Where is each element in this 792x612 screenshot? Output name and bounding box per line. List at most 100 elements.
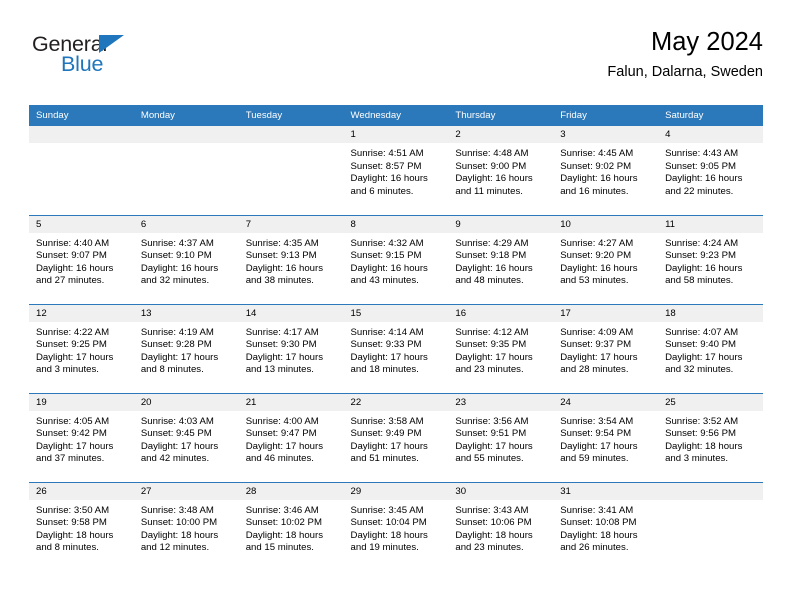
sunset-time: Sunset: 9:00 PM <box>455 160 527 172</box>
daylight-duration-line1: Daylight: 16 hours <box>140 262 219 274</box>
sunrise-time: Sunrise: 4:40 AM <box>36 237 110 249</box>
calendar-day-cell[interactable]: 31 Sunrise: 3:41 AM Sunset: 10:08 PM Daylig… <box>553 481 659 571</box>
daylight-duration-line1: Daylight: 18 hours <box>245 529 324 541</box>
calendar-week-row: 1 Sunrise: 4:51 AM Sunset: 8:57 PM Daylight… <box>29 126 763 215</box>
sunrise-time: Sunrise: 4:29 AM <box>455 237 529 249</box>
sunset-time: Sunset: 9:10 PM <box>140 250 212 262</box>
day-details: Sunrise: 4:09 AM Sunset: 9:37 PM Daylight:… <box>553 322 658 377</box>
calendar-day-cell[interactable]: 1 Sunrise: 4:51 AM Sunset: 8:57 PM Daylight… <box>343 126 449 215</box>
sunrise-time: Sunrise: 4:19 AM <box>140 326 214 338</box>
calendar-day-cell[interactable]: 10 Sunrise: 4:27 AM Sunset: 9:20 PM Dayligh… <box>553 214 659 304</box>
sunset-time: Sunset: 9:54 PM <box>560 428 632 440</box>
daylight-duration-line1: Daylight: 16 hours <box>665 173 743 185</box>
daylight-duration-line1: Daylight: 17 hours <box>350 440 428 452</box>
daylight-duration-line2: and 6 minutes. <box>350 185 414 197</box>
day-details: Sunrise: 4:12 AM Sunset: 9:35 PM Daylight:… <box>448 322 553 377</box>
sunset-time: Sunset: 10:04 PM <box>350 517 427 529</box>
calendar-day-cell[interactable]: 11 Sunrise: 4:24 AM Sunset: 9:23 PM Dayligh… <box>658 214 763 304</box>
day-number: 14 <box>238 304 344 322</box>
day-number: 5 <box>29 215 134 233</box>
daylight-duration-line1: Daylight: 18 hours <box>560 529 638 541</box>
sunrise-time: Sunrise: 4:48 AM <box>455 148 529 159</box>
calendar-day-cell[interactable]: 7 Sunrise: 4:35 AM Sunset: 9:13 PM Daylight… <box>238 214 344 304</box>
day-number: 3 <box>553 126 659 143</box>
calendar-day-cell[interactable]: 9 Sunrise: 4:29 AM Sunset: 9:18 PM Daylight… <box>448 214 554 304</box>
sunset-time: Sunset: 9:13 PM <box>245 250 317 262</box>
sunrise-time: Sunrise: 3:58 AM <box>350 415 424 427</box>
calendar-day-cell[interactable]: 2 Sunrise: 4:48 AM Sunset: 9:00 PM Daylight… <box>448 126 554 215</box>
day-details: Sunrise: 3:48 AM Sunset: 10:00 PM Daylight… <box>134 500 239 555</box>
calendar-day-cell[interactable]: 27 Sunrise: 3:48 AM Sunset: 10:00 PM Daylig… <box>133 481 239 571</box>
calendar-day-cell[interactable]: 5 Sunrise: 4:40 AM Sunset: 9:07 PM Daylight… <box>29 214 134 304</box>
daylight-duration-line1: Daylight: 17 hours <box>245 351 324 363</box>
sunrise-time: Sunrise: 4:00 AM <box>245 415 319 427</box>
daylight-duration-line2: and 8 minutes. <box>140 364 204 376</box>
sunrise-time: Sunrise: 3:46 AM <box>245 504 319 516</box>
day-number: 6 <box>133 215 239 233</box>
daylight-duration-line1: Daylight: 17 hours <box>350 351 428 363</box>
sunrise-time: Sunrise: 4:07 AM <box>665 326 739 338</box>
sunrise-time: Sunrise: 4:05 AM <box>36 415 110 427</box>
daylight-duration-line1: Daylight: 16 hours <box>665 262 743 274</box>
calendar-day-cell[interactable]: 28 Sunrise: 3:46 AM Sunset: 10:02 PM Daylig… <box>238 481 344 571</box>
day-details: Sunrise: 3:54 AM Sunset: 9:54 PM Daylight:… <box>553 411 658 466</box>
day-details: Sunrise: 4:35 AM Sunset: 9:13 PM Daylight:… <box>239 233 344 288</box>
sunrise-time: Sunrise: 4:22 AM <box>36 326 110 338</box>
day-number: 20 <box>133 393 239 411</box>
calendar-day-cell[interactable]: 21 Sunrise: 4:00 AM Sunset: 9:47 PM Dayligh… <box>238 392 344 482</box>
day-details: Sunrise: 4:40 AM Sunset: 9:07 PM Daylight:… <box>29 233 134 288</box>
calendar-day-cell[interactable]: 29 Sunrise: 3:45 AM Sunset: 10:04 PM Daylig… <box>343 481 449 571</box>
calendar-day-cell[interactable]: 4 Sunrise: 4:43 AM Sunset: 9:05 PM Daylight… <box>658 126 763 215</box>
sunset-time: Sunset: 9:02 PM <box>560 160 632 172</box>
calendar-day-cell[interactable]: 12 Sunrise: 4:22 AM Sunset: 9:25 PM Dayligh… <box>29 303 134 393</box>
calendar-empty-cell <box>658 481 763 571</box>
day-number <box>133 126 239 143</box>
calendar-day-cell[interactable]: 6 Sunrise: 4:37 AM Sunset: 9:10 PM Daylight… <box>133 214 239 304</box>
calendar-day-cell[interactable]: 20 Sunrise: 4:03 AM Sunset: 9:45 PM Dayligh… <box>133 392 239 482</box>
calendar-day-cell[interactable]: 18 Sunrise: 4:07 AM Sunset: 9:40 PM Dayligh… <box>658 303 763 393</box>
calendar-day-cell[interactable]: 22 Sunrise: 3:58 AM Sunset: 9:49 PM Dayligh… <box>343 392 449 482</box>
calendar-day-cell[interactable]: 16 Sunrise: 4:12 AM Sunset: 9:35 PM Dayligh… <box>448 303 554 393</box>
daylight-duration-line1: Daylight: 18 hours <box>36 529 114 541</box>
calendar-day-cell[interactable]: 24 Sunrise: 3:54 AM Sunset: 9:54 PM Dayligh… <box>553 392 659 482</box>
calendar-day-cell[interactable]: 23 Sunrise: 3:56 AM Sunset: 9:51 PM Dayligh… <box>448 392 554 482</box>
calendar-day-cell[interactable]: 25 Sunrise: 3:52 AM Sunset: 9:56 PM Dayligh… <box>658 392 763 482</box>
day-number: 31 <box>553 482 659 500</box>
calendar-day-cell[interactable]: 8 Sunrise: 4:32 AM Sunset: 9:15 PM Daylight… <box>343 214 449 304</box>
day-details: Sunrise: 4:29 AM Sunset: 9:18 PM Daylight:… <box>448 233 553 288</box>
calendar-day-cell[interactable]: 17 Sunrise: 4:09 AM Sunset: 9:37 PM Dayligh… <box>553 303 659 393</box>
calendar-day-cell[interactable]: 26 Sunrise: 3:50 AM Sunset: 9:58 PM Dayligh… <box>29 481 134 571</box>
daylight-duration-line2: and 22 minutes. <box>665 185 734 197</box>
daylight-duration-line2: and 3 minutes. <box>36 364 99 376</box>
daylight-duration-line1: Daylight: 17 hours <box>245 440 324 452</box>
daylight-duration-line1: Daylight: 16 hours <box>455 173 533 185</box>
daylight-duration-line1: Daylight: 16 hours <box>350 262 428 274</box>
daylight-duration-line1: Daylight: 17 hours <box>455 440 533 452</box>
day-details: Sunrise: 4:05 AM Sunset: 9:42 PM Daylight:… <box>29 411 134 466</box>
day-number: 4 <box>658 126 763 143</box>
sunset-time: Sunset: 9:18 PM <box>455 250 527 262</box>
day-number: 9 <box>448 215 554 233</box>
day-details: Sunrise: 3:52 AM Sunset: 9:56 PM Daylight:… <box>658 411 763 466</box>
daylight-duration-line2: and 42 minutes. <box>140 453 210 465</box>
daylight-duration-line1: Daylight: 17 hours <box>560 351 638 363</box>
sunset-time: Sunset: 9:58 PM <box>36 517 107 529</box>
calendar-day-cell[interactable]: 30 Sunrise: 3:43 AM Sunset: 10:06 PM Daylig… <box>448 481 554 571</box>
day-number: 11 <box>658 215 763 233</box>
day-number: 29 <box>343 482 449 500</box>
daylight-duration-line2: and 8 minutes. <box>36 542 99 554</box>
sunset-time: Sunset: 9:23 PM <box>665 250 736 262</box>
calendar-day-cell[interactable]: 19 Sunrise: 4:05 AM Sunset: 9:42 PM Dayligh… <box>29 392 134 482</box>
calendar-day-cell[interactable]: 13 Sunrise: 4:19 AM Sunset: 9:28 PM Dayligh… <box>133 303 239 393</box>
day-number: 8 <box>343 215 449 233</box>
calendar-day-cell[interactable]: 15 Sunrise: 4:14 AM Sunset: 9:33 PM Dayligh… <box>343 303 449 393</box>
day-details: Sunrise: 4:14 AM Sunset: 9:33 PM Daylight:… <box>344 322 449 377</box>
day-number: 1 <box>343 126 449 143</box>
sunset-time: Sunset: 9:47 PM <box>245 428 317 440</box>
sunrise-time: Sunrise: 4:45 AM <box>560 148 634 159</box>
day-number: 15 <box>343 304 449 322</box>
daylight-duration-line2: and 27 minutes. <box>36 275 105 287</box>
calendar-day-cell[interactable]: 3 Sunrise: 4:45 AM Sunset: 9:02 PM Daylight… <box>553 126 659 215</box>
calendar-day-cell[interactable]: 14 Sunrise: 4:17 AM Sunset: 9:30 PM Dayligh… <box>238 303 344 393</box>
weekday-header-row: Sunday Monday Tuesday Wednesday Thursday… <box>29 105 763 126</box>
